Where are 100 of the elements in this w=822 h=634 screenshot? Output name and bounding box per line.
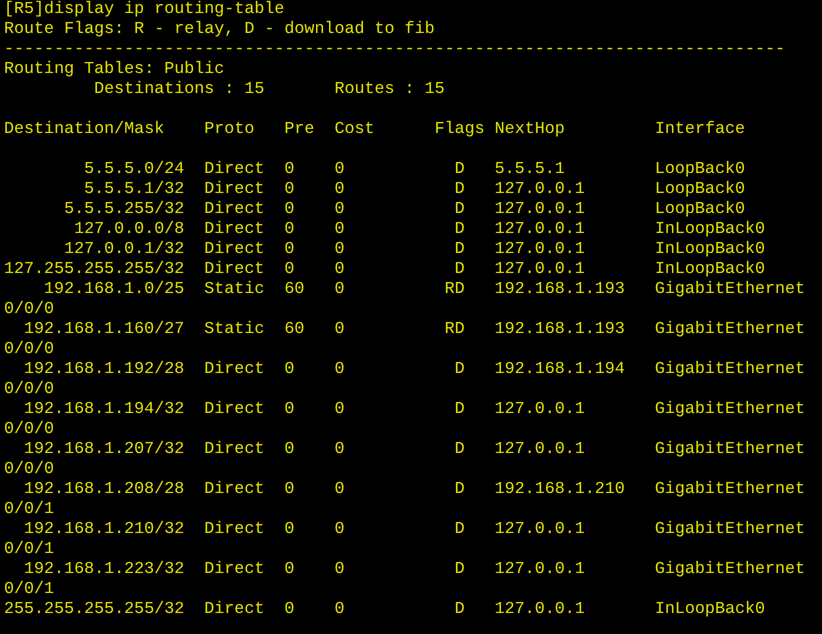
table-cell: LoopBack0	[654, 160, 745, 180]
table-cell-text: 192.168.1.194	[494, 360, 626, 380]
table-cell-text: D	[454, 360, 465, 380]
table-cell-text: 127.0.0.1	[494, 400, 586, 420]
table-cell: 255.255.255.255/32	[4, 600, 184, 620]
table-cell-text: 127.0.0.1/32	[63, 240, 184, 260]
table-cell-text: Direct	[204, 400, 266, 420]
table-cell-text: 192.168.1.208/28	[23, 480, 184, 500]
table-cell: InLoopBack0	[654, 240, 766, 260]
table-cell-text: 0	[334, 260, 346, 280]
table-cell-text: 0	[284, 220, 296, 240]
table-cell-text: 0	[334, 480, 346, 500]
table-cell-text: 0	[334, 180, 346, 200]
table-cell-text: 0	[334, 220, 346, 240]
table-cell: GigabitEthernet	[654, 440, 806, 460]
table-cell: GigabitEthernet	[654, 520, 806, 540]
table-cell-text: Direct	[204, 360, 266, 380]
table-cell: InLoopBack0	[654, 220, 766, 240]
table-title: Routing Tables: Public	[4, 60, 224, 80]
table-cell-text: D	[454, 200, 465, 220]
table-cell-text: Direct	[204, 560, 266, 580]
table-cell-text: 0	[334, 400, 346, 420]
table-cell-text: 192.168.1.160/27	[23, 320, 184, 340]
table-cell-text: 192.168.1.210/32	[23, 520, 184, 540]
table-cell-text: Direct	[204, 600, 266, 620]
destinations-count: Destinations : 15	[94, 80, 266, 100]
table-cell-text: D	[454, 440, 465, 460]
table-cell-text: 127.0.0.1	[494, 440, 586, 460]
table-cell: 0/0/0	[4, 380, 54, 400]
table-cell-text: 127.0.0.1	[494, 200, 586, 220]
table-cell-text: 0	[334, 560, 346, 580]
command-line: [R5]display ip routing-table	[4, 0, 284, 20]
table-cell-text: 0	[284, 560, 296, 580]
table-cell-text: Direct	[204, 160, 266, 180]
column-header: Cost	[334, 120, 376, 140]
table-cell-text: D	[454, 400, 465, 420]
table-cell-text: 192.168.1.194/32	[23, 400, 184, 420]
table-cell: GigabitEthernet	[654, 400, 806, 420]
table-cell-text: Direct	[204, 480, 266, 500]
table-cell-text: Direct	[204, 180, 266, 200]
table-cell-text: 127.0.0.1	[494, 260, 586, 280]
table-cell-text: 0	[334, 600, 346, 620]
table-cell-text: 127.0.0.1	[494, 240, 586, 260]
table-cell-text: 0	[334, 440, 346, 460]
table-cell-text: 127.0.0.1	[494, 180, 586, 200]
table-cell: InLoopBack0	[654, 260, 766, 280]
separator-line: ------------------------------------------------------------------------------	[4, 40, 786, 60]
table-cell-text: 127.0.0.0/8	[73, 220, 184, 240]
table-cell-text: 60	[284, 280, 306, 300]
table-cell-text: RD	[444, 320, 465, 340]
table-cell-text: 0	[284, 160, 296, 180]
table-cell-text: 0	[334, 160, 346, 180]
table-cell-text: 5.5.5.1/32	[83, 180, 184, 200]
table-cell: 0/0/0	[4, 340, 54, 360]
column-header: Destination/Mask	[4, 120, 166, 140]
table-cell-text: 127.0.0.1	[494, 600, 586, 620]
table-cell: 0/0/1	[4, 580, 54, 600]
table-cell-text: 0	[284, 200, 296, 220]
table-cell-text: 60	[284, 320, 306, 340]
column-header: NextHop	[494, 120, 566, 140]
table-cell-text: 0	[284, 440, 296, 460]
table-cell-text: 0	[284, 360, 296, 380]
table-cell-text: 0	[334, 320, 346, 340]
table-cell: GigabitEthernet	[654, 480, 806, 500]
table-cell-text: 0	[284, 600, 296, 620]
table-cell-text: 0	[334, 240, 346, 260]
table-cell-text: Direct	[204, 260, 266, 280]
table-cell-text: 192.168.1.193	[494, 280, 626, 300]
table-cell: 0/0/1	[4, 500, 54, 520]
table-cell-text: Direct	[204, 240, 266, 260]
table-cell-text: Direct	[204, 200, 266, 220]
table-cell-text: 0	[334, 360, 346, 380]
table-cell-text: 0	[334, 200, 346, 220]
table-cell-text: D	[454, 240, 465, 260]
table-cell-text: 5.5.5.255/32	[63, 200, 184, 220]
table-cell: 0/0/0	[4, 420, 54, 440]
table-cell-text: D	[454, 160, 465, 180]
table-cell-text: Static	[204, 280, 266, 300]
table-cell: InLoopBack0	[654, 600, 766, 620]
table-cell: 0/0/0	[4, 460, 54, 480]
table-cell-text: 0	[284, 180, 296, 200]
table-cell: GigabitEthernet	[654, 320, 806, 340]
table-cell-text: Static	[204, 320, 266, 340]
table-cell-text: Direct	[204, 520, 266, 540]
table-cell-text: Direct	[204, 440, 266, 460]
table-cell-text: D	[454, 520, 465, 540]
table-cell-text: D	[454, 560, 465, 580]
table-cell-text: 0	[284, 480, 296, 500]
table-cell: LoopBack0	[654, 180, 745, 200]
table-cell-text: Direct	[204, 220, 266, 240]
table-cell-text: 192.168.1.192/28	[23, 360, 184, 380]
table-cell: 127.255.255.255/32	[4, 260, 184, 280]
table-cell-text: 127.0.0.1	[494, 560, 586, 580]
table-cell-text: D	[454, 480, 465, 500]
table-cell: LoopBack0	[654, 200, 745, 220]
table-cell-text: 0	[284, 260, 296, 280]
table-cell: GigabitEthernet	[654, 280, 806, 300]
table-cell-text: 192.168.1.193	[494, 320, 626, 340]
table-cell: GigabitEthernet	[654, 560, 806, 580]
table-cell-text: 192.168.1.207/32	[23, 440, 184, 460]
